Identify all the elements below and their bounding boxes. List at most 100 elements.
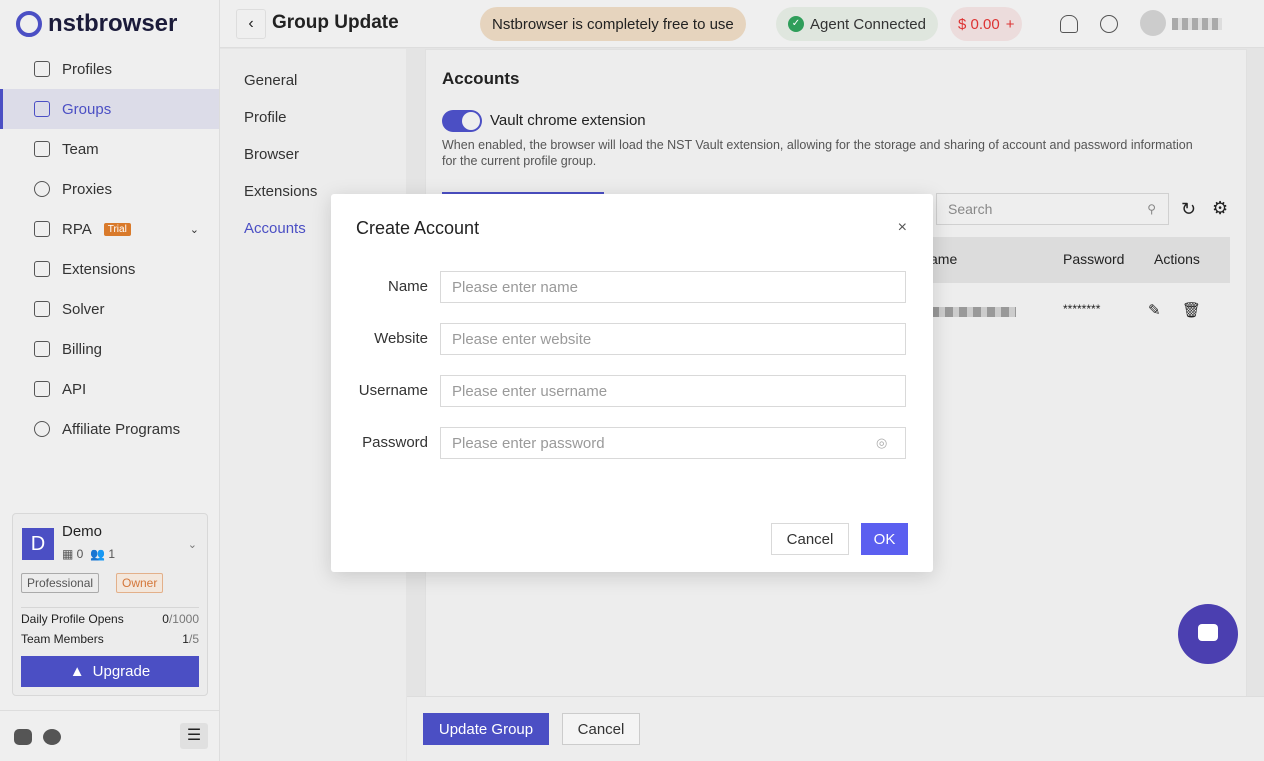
- sidebar-item-team[interactable]: Team: [0, 129, 219, 169]
- sidebar-item-billing[interactable]: Billing: [0, 329, 219, 369]
- chevron-down-icon[interactable]: ⌄: [190, 223, 199, 236]
- discord-icon[interactable]: [14, 729, 32, 745]
- avatar[interactable]: [1140, 10, 1166, 36]
- search-input[interactable]: Search ⚲: [936, 193, 1169, 225]
- password-row: Password ◎: [331, 427, 933, 459]
- website-input[interactable]: [440, 323, 906, 355]
- name-label: Name: [387, 278, 428, 295]
- close-icon[interactable]: ×: [898, 219, 907, 237]
- divider: [21, 607, 199, 608]
- sidebar-item-solver[interactable]: Solver: [0, 289, 219, 329]
- logo: nstbrowser: [16, 10, 177, 38]
- website-label: Website: [374, 330, 428, 347]
- sidebar-item-api[interactable]: API: [0, 369, 219, 409]
- modal-title: Create Account: [356, 218, 480, 238]
- col-password: Password: [1063, 251, 1125, 267]
- total: /1000: [168, 612, 199, 626]
- toggle-description: When enabled, the browser will load the …: [442, 138, 1193, 168]
- label: Proxies: [62, 180, 113, 198]
- sidebar-item-proxies[interactable]: Proxies: [0, 169, 219, 209]
- globe-icon: [34, 181, 50, 197]
- username-blurred: [931, 307, 1016, 317]
- solver-icon: [34, 301, 50, 317]
- placeholder: Search: [948, 201, 993, 217]
- modal-ok-button[interactable]: OK: [861, 523, 908, 555]
- label: Affiliate Programs: [62, 420, 181, 438]
- sidebar-item-groups[interactable]: Groups: [0, 89, 219, 129]
- sidebar-item-profiles[interactable]: Profiles: [0, 49, 219, 89]
- edit-icon[interactable]: ✎: [1148, 301, 1161, 319]
- card-icon: [34, 341, 50, 357]
- trash-icon[interactable]: 🗑: [1182, 301, 1201, 319]
- label: Daily Profile Opens: [21, 612, 124, 626]
- update-group-button[interactable]: Update Group: [423, 713, 549, 745]
- label: Profiles: [62, 60, 113, 78]
- gear-icon[interactable]: ⚙: [1212, 198, 1228, 219]
- section-browser[interactable]: Browser: [220, 136, 406, 173]
- section-profile[interactable]: Profile: [220, 99, 406, 136]
- col-username: ame: [930, 251, 958, 267]
- profiles-icon: [34, 61, 50, 77]
- username-row: Username: [331, 375, 933, 407]
- bell-icon[interactable]: [1060, 15, 1078, 33]
- robot-icon: [34, 221, 50, 237]
- refresh-icon[interactable]: ↻: [1181, 199, 1196, 220]
- nav: Profiles Groups Team Proxies RPA Trial ⌄ E…: [0, 49, 219, 449]
- team-card: D Demo ▦ 0 👥 1 ⌄ Professional Owner Dail…: [12, 513, 208, 696]
- cancel-button[interactable]: Cancel: [562, 713, 640, 745]
- sidebar-item-affiliate[interactable]: Affiliate Programs: [0, 409, 219, 449]
- collapse-sidebar-icon[interactable]: ☰: [180, 723, 208, 749]
- toggle-label: Vault chrome extension: [490, 112, 646, 129]
- rocket-icon: ▲: [69, 663, 85, 680]
- modal-cancel-button[interactable]: Cancel: [771, 523, 849, 555]
- label: Team Members: [21, 632, 104, 646]
- footer-bar: Update Group Cancel: [407, 696, 1264, 761]
- telegram-icon[interactable]: [43, 729, 61, 745]
- logo-icon: [16, 11, 42, 37]
- section-title: Accounts: [442, 69, 520, 88]
- team-members: Team Members 1/5: [21, 632, 199, 646]
- password-label: Password: [362, 434, 428, 451]
- password-input[interactable]: [440, 427, 906, 459]
- eye-off-icon[interactable]: ◎: [876, 435, 887, 451]
- username-label: Username: [358, 382, 428, 399]
- back-button[interactable]: ‹: [236, 9, 266, 39]
- brand-name: nstbrowser: [48, 10, 178, 37]
- name-input[interactable]: [440, 271, 906, 303]
- upgrade-button[interactable]: ▲ Upgrade: [21, 656, 199, 687]
- promo-banner[interactable]: Nstbrowser is completely free to use: [480, 7, 746, 41]
- label: Groups: [62, 100, 112, 118]
- sidebar: nstbrowser Profiles Groups Team Proxies …: [0, 0, 220, 761]
- website-row: Website: [331, 323, 933, 355]
- label: Team: [62, 140, 99, 158]
- total: /5: [188, 632, 199, 646]
- chevron-down-icon[interactable]: ⌄: [188, 538, 197, 551]
- label: Agent Connected: [810, 15, 926, 33]
- col-actions: Actions: [1154, 251, 1200, 267]
- plan-tag: Professional: [21, 573, 100, 593]
- label: Billing: [62, 340, 103, 358]
- label: RPA: [62, 220, 92, 238]
- daily-opens: Daily Profile Opens 0/1000: [21, 612, 199, 626]
- label: Upgrade: [92, 663, 151, 680]
- vault-toggle[interactable]: [442, 110, 482, 132]
- agent-status: ✓ Agent Connected: [776, 7, 938, 41]
- sidebar-item-rpa[interactable]: RPA Trial ⌄: [0, 209, 219, 249]
- value: 1: [182, 632, 189, 646]
- search-icon[interactable]: ⚲: [1147, 194, 1156, 224]
- team-avatar: D: [22, 528, 54, 560]
- header: ‹ Group Update Nstbrowser is completely …: [220, 0, 1264, 48]
- dollar-icon: [34, 421, 50, 437]
- team-name: Demo: [62, 523, 103, 540]
- password-masked: ********: [1063, 302, 1101, 316]
- download-icon[interactable]: [1100, 15, 1118, 33]
- chat-support-button[interactable]: [1178, 604, 1238, 664]
- balance-value: $ 0.00: [958, 15, 1000, 33]
- check-icon: ✓: [788, 16, 804, 32]
- team-icon: [34, 141, 50, 157]
- section-general[interactable]: General: [220, 62, 406, 99]
- username-input[interactable]: [440, 375, 906, 407]
- balance[interactable]: $ 0.00 +: [950, 7, 1023, 41]
- sidebar-item-extensions[interactable]: Extensions: [0, 249, 219, 289]
- add-funds-icon[interactable]: +: [1006, 16, 1015, 33]
